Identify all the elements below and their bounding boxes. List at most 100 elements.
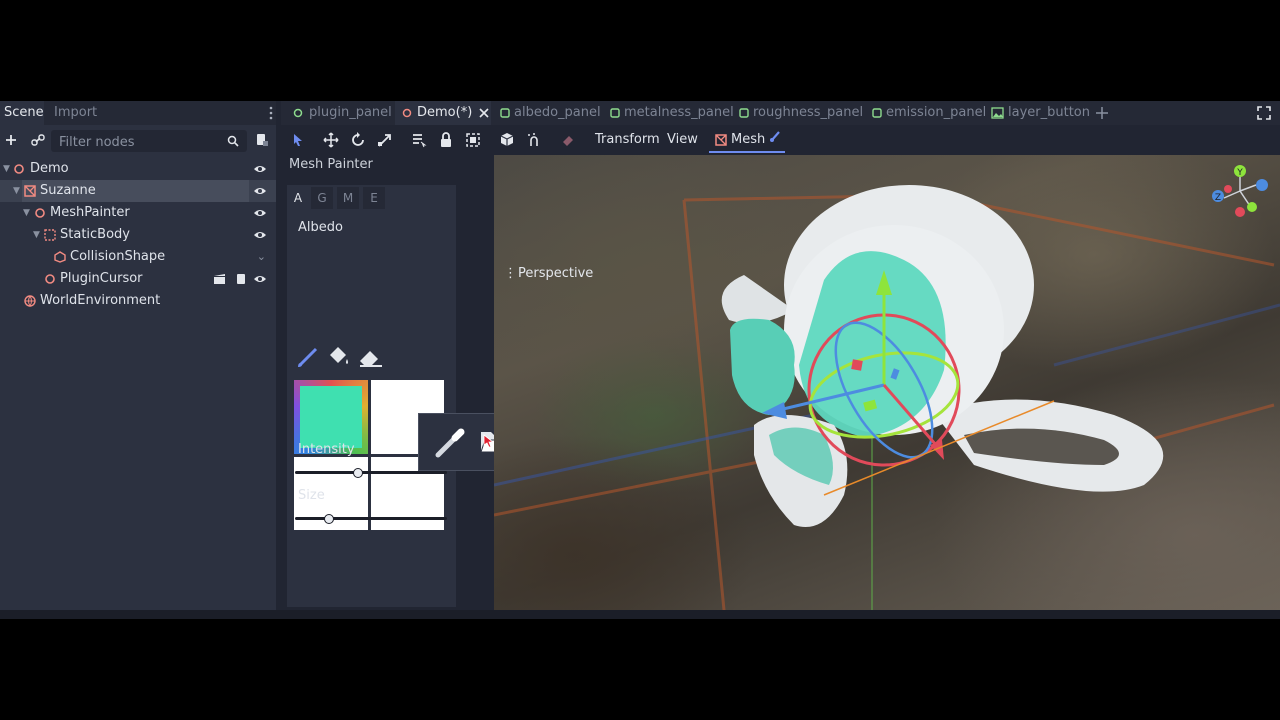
tree-item-label: StaticBody [60,227,130,242]
transform-menu[interactable]: Transform [595,127,660,153]
node3d-icon [14,164,24,174]
tab-emission-channel[interactable]: E [363,187,385,209]
tree-item-demo[interactable]: ▼ Demo [0,158,276,180]
albedo-color-swatch[interactable] [300,386,362,448]
lock-icon[interactable] [436,130,456,150]
control-node-icon [739,108,749,118]
control-node-icon [610,108,620,118]
tab-roughness-panel[interactable]: roughness_panel [737,101,863,125]
node3d-icon [45,274,55,284]
search-icon [227,135,239,147]
visibility-eye-icon[interactable] [253,273,267,285]
scene-instance-icon[interactable] [213,273,226,285]
mesh-menu[interactable]: Mesh [709,127,785,153]
list-select-icon[interactable] [409,130,429,150]
bottom-panel-strip [0,610,1280,619]
tab-albedo-channel[interactable]: A [287,187,309,209]
collapse-caret-icon[interactable]: ▼ [33,224,43,246]
bucket-fill-icon[interactable] [326,344,352,370]
tab-metalness-channel[interactable]: M [337,187,359,209]
add-node-icon[interactable] [5,134,17,146]
menu-dots-icon: ⋮ [504,266,517,281]
visibility-eye-icon[interactable] [253,207,267,219]
dock-menu-icon[interactable] [268,105,274,121]
rotate-mode-icon[interactable] [348,130,368,150]
tab-g-channel[interactable]: G [311,187,333,209]
collapse-caret-icon[interactable]: ▼ [23,202,33,224]
z-axis-label: Z [1215,193,1221,203]
tree-item-meshpainter[interactable]: ▼ MeshPainter [0,202,276,224]
close-icon[interactable] [479,108,489,118]
local-space-icon[interactable] [497,130,517,150]
mesh-instance-icon [715,134,727,146]
attached-script-icon[interactable] [235,273,247,285]
y-axis-label: Y [1236,168,1243,178]
eyedropper-icon[interactable] [433,424,471,460]
node3d-icon [402,108,412,118]
scene-dock-tabs: Scene Import [0,101,276,125]
intensity-label: Intensity [298,442,355,457]
tree-item-label: PluginCursor [60,271,143,286]
tree-item-suzanne[interactable]: ▼ Suzanne [0,180,276,202]
collision-shape-icon [54,251,66,263]
suzanne-mesh[interactable] [721,185,1164,527]
node-icon [293,108,303,118]
tab-emission-panel[interactable]: emission_panel [870,101,986,125]
tree-item-collisionshape[interactable]: CollisionShape ⌄ [0,246,276,268]
viewport-scene [494,185,1280,611]
preview-sun-icon[interactable] [558,130,578,150]
visibility-eye-icon[interactable] [253,229,267,241]
tree-item-plugincursor[interactable]: PluginCursor [0,268,276,290]
intensity-slider[interactable] [295,468,447,478]
control-node-icon [872,108,882,118]
mesh-instance-icon [24,185,36,197]
static-body-icon [44,229,56,241]
tab-metalness-panel[interactable]: metalness_panel [608,101,734,125]
group-icon[interactable] [463,130,483,150]
collapse-caret-icon[interactable]: ▼ [13,180,23,202]
script-icon[interactable] [255,133,269,147]
filter-nodes-input[interactable] [57,132,221,152]
scene-tabs-bar: plugin_panel Demo(*) albedo_panel metaln… [281,101,1280,125]
visibility-eye-icon[interactable] [253,163,267,175]
tab-import[interactable]: Import [50,101,101,125]
tree-item-label: CollisionShape [70,249,166,264]
scene-toolbar [0,127,276,153]
texture-button-icon [991,107,1004,119]
3d-viewport[interactable]: Y Z [494,155,1280,611]
mesh-menu-label: Mesh [731,132,766,147]
control-node-icon [500,108,510,118]
brush-tool-icon[interactable] [295,344,321,370]
perspective-menu[interactable]: ⋮Perspective [504,263,593,285]
filter-nodes-field[interactable] [51,130,247,152]
scale-mode-icon[interactable] [375,130,395,150]
viewport-toolbar: Transform View Mesh [281,127,1280,153]
size-slider[interactable] [295,514,447,524]
tab-label: emission_panel [886,105,987,120]
mesh-painter-title: Mesh Painter [289,157,373,172]
move-mode-icon[interactable] [321,130,341,150]
view-menu[interactable]: View [667,127,698,153]
grid-axis-line [1053,303,1280,367]
tab-label: plugin_panel [309,105,392,120]
snap-icon[interactable] [524,130,544,150]
tab-label: roughness_panel [753,105,864,120]
tab-plugin-panel[interactable]: plugin_panel [291,101,392,125]
tree-item-staticbody[interactable]: ▼ StaticBody [0,224,276,246]
tab-albedo-panel[interactable]: albedo_panel [498,101,601,125]
add-tab-icon[interactable] [1095,106,1109,120]
eraser-icon[interactable] [356,344,384,370]
tab-scene[interactable]: Scene [0,101,44,125]
tab-layer-button[interactable]: layer_button [990,101,1090,125]
view-orientation-gizmo[interactable]: Y Z [1206,163,1270,223]
paint-brush-icon [770,131,780,142]
distraction-free-icon[interactable] [1257,106,1271,120]
visibility-eye-icon[interactable] [253,185,267,197]
tree-item-label: Suzanne [40,183,96,198]
instance-scene-icon[interactable] [31,134,45,146]
tree-item-worldenvironment[interactable]: WorldEnvironment [0,290,276,312]
chevron-down-icon[interactable]: ⌄ [257,246,266,268]
tab-demo[interactable]: Demo(*) [395,101,491,125]
select-mode-icon[interactable] [288,130,308,150]
collapse-caret-icon[interactable]: ▼ [3,158,13,180]
